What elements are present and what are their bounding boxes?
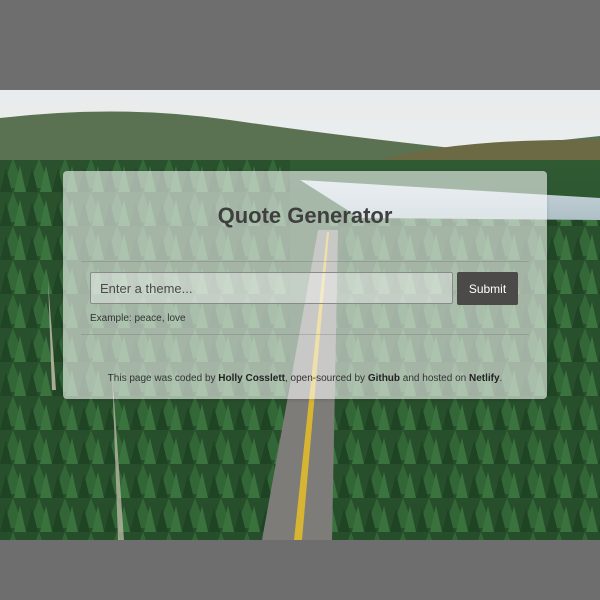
footer-credits: This page was coded by Holly Cosslett, o… bbox=[63, 373, 547, 384]
divider-bottom bbox=[81, 334, 529, 335]
footer-text-2: , open-sourced by bbox=[284, 373, 368, 384]
footer-text-1: This page was coded by bbox=[107, 373, 219, 384]
submit-button[interactable]: Submit bbox=[457, 272, 518, 305]
footer-text-4: . bbox=[499, 373, 503, 384]
netlify-link[interactable]: Netlify bbox=[469, 373, 500, 384]
example-hint: Example: peace, love bbox=[90, 313, 186, 324]
theme-input[interactable] bbox=[90, 272, 453, 304]
page-title: Quote Generator bbox=[217, 203, 393, 228]
author-name: Holly Cosslett bbox=[218, 373, 285, 384]
app-viewport: Quote Generator Submit Example: peace, l… bbox=[0, 90, 600, 540]
divider-top bbox=[81, 261, 529, 262]
footer-text-3: and hosted on bbox=[400, 373, 469, 384]
github-link[interactable]: Github bbox=[368, 373, 400, 384]
search-form: Submit bbox=[90, 272, 518, 306]
quote-card: Quote Generator Submit Example: peace, l… bbox=[63, 171, 547, 399]
